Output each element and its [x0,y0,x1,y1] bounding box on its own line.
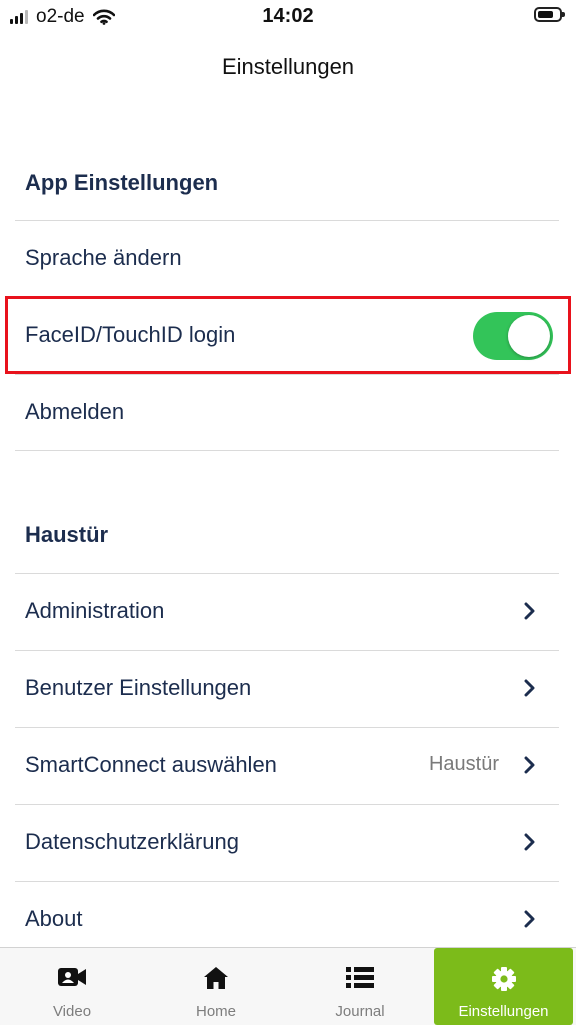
row-privacy-policy[interactable]: Datenschutzerklärung [15,804,559,880]
status-bar: o2-de 14:02 [0,0,576,34]
row-label: Sprache ändern [25,245,182,270]
chevron-right-icon [524,679,535,697]
section-header-front-door: Haustür [25,522,109,547]
tab-label: Einstellungen [458,1003,549,1020]
section-header-app-settings: App Einstellungen [25,170,219,195]
row-label: Benutzer Einstellungen [25,675,252,700]
row-label: Abmelden [25,399,125,424]
row-administration[interactable]: Administration [15,573,559,649]
gear-icon [491,967,516,991]
tab-home[interactable]: Home [144,948,288,1025]
tab-settings[interactable]: Einstellungen [434,948,573,1025]
row-label: SmartConnect auswählen [25,752,277,777]
row-about[interactable]: About [15,881,559,957]
video-camera-icon [58,968,86,986]
tab-journal[interactable]: Journal [288,948,432,1025]
status-time: 14:02 [262,5,314,27]
house-icon [204,967,228,989]
battery-icon [534,7,565,22]
row-logout[interactable]: Abmelden [15,374,559,450]
chevron-right-icon [524,756,535,774]
chevron-right-icon [524,910,535,928]
row-value: Haustür [428,753,499,775]
row-label: Administration [25,598,165,623]
tab-label: Journal [335,1003,385,1020]
row-user-settings[interactable]: Benutzer Einstellungen [15,650,559,726]
tab-label: Home [195,1003,236,1020]
chevron-right-icon [524,833,535,851]
row-change-language[interactable]: Sprache ändern [15,220,559,296]
tab-bar: Video Home Journal Einstellungen [0,947,576,1025]
highlight-box [5,296,571,374]
page-title: Einstellungen [221,54,355,79]
chevron-right-icon [524,602,535,620]
row-label: Datenschutzerklärung [25,829,240,854]
tab-label: Video [52,1003,92,1020]
row-label: About [25,906,83,931]
list-icon [346,967,374,988]
tab-video[interactable]: Video [0,948,144,1025]
row-smartconnect-select[interactable]: SmartConnect auswählen Haustür [15,727,559,803]
divider [15,450,559,451]
